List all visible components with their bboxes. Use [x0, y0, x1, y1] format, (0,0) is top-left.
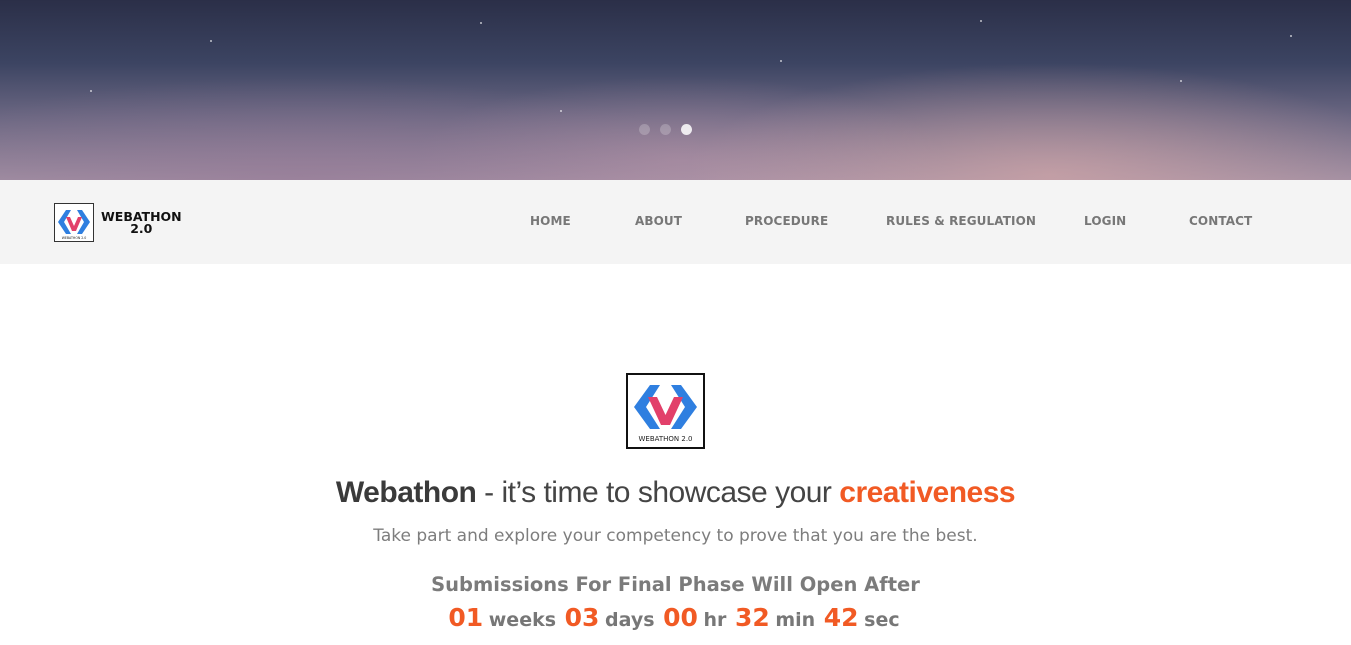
main-logo-caption: WEBATHON 2.0 [638, 435, 693, 443]
star-decoration [480, 22, 482, 24]
tagline: Take part and explore your competency to… [373, 526, 978, 546]
carousel-dot-1[interactable] [639, 124, 650, 135]
countdown-days: 03 [564, 603, 600, 632]
star-decoration [1180, 80, 1182, 82]
countdown-seconds-label: sec [864, 609, 900, 631]
countdown-minutes-label: min [775, 609, 816, 631]
countdown-hours: 00 [663, 603, 698, 632]
headline-accent: creativeness [839, 476, 1016, 509]
main-headline: Webathon - it’s time to showcase your cr… [0, 476, 1351, 510]
star-decoration [210, 40, 212, 42]
nav-contact[interactable]: CONTACT [1189, 214, 1252, 228]
countdown-hours-label: hr [703, 609, 727, 631]
main-logo-icon: WEBATHON 2.0 [626, 373, 705, 449]
countdown-weeks: 01 [448, 603, 484, 632]
nav-home[interactable]: HOME [530, 214, 571, 228]
nav-procedure[interactable]: PROCEDURE [745, 214, 828, 228]
nav-about[interactable]: ABOUT [635, 214, 682, 228]
nav-rules-regulation[interactable]: RULES & REGULATION [886, 214, 1036, 228]
countdown-minutes: 32 [734, 603, 770, 632]
star-decoration [560, 110, 562, 112]
carousel-dot-2[interactable] [660, 124, 671, 135]
star-decoration [980, 20, 982, 22]
star-decoration [90, 90, 92, 92]
countdown-days-label: days [604, 609, 655, 631]
headline-brand: Webathon [335, 476, 477, 509]
countdown-timer: 01 weeks 03 days 00 hr 32 min 42 sec [0, 603, 1351, 632]
star-decoration [1290, 35, 1292, 37]
carousel-indicators [639, 124, 692, 135]
carousel-dot-3[interactable] [681, 124, 692, 135]
countdown-weeks-label: weeks [488, 609, 557, 631]
nav-menu: HOME ABOUT PROCEDURE RULES & REGULATION … [0, 180, 1351, 264]
nav-login[interactable]: LOGIN [1084, 214, 1126, 228]
star-decoration [780, 60, 782, 62]
phase-heading: Submissions For Final Phase Will Open Af… [431, 573, 920, 596]
hero-carousel [0, 0, 1351, 180]
top-navbar: WEBATHON 2.0 WEBATHON 2.0 HOME ABOUT PRO… [0, 180, 1351, 264]
headline-middle: - it’s time to showcase your [476, 476, 840, 509]
countdown-seconds: 42 [823, 603, 859, 632]
